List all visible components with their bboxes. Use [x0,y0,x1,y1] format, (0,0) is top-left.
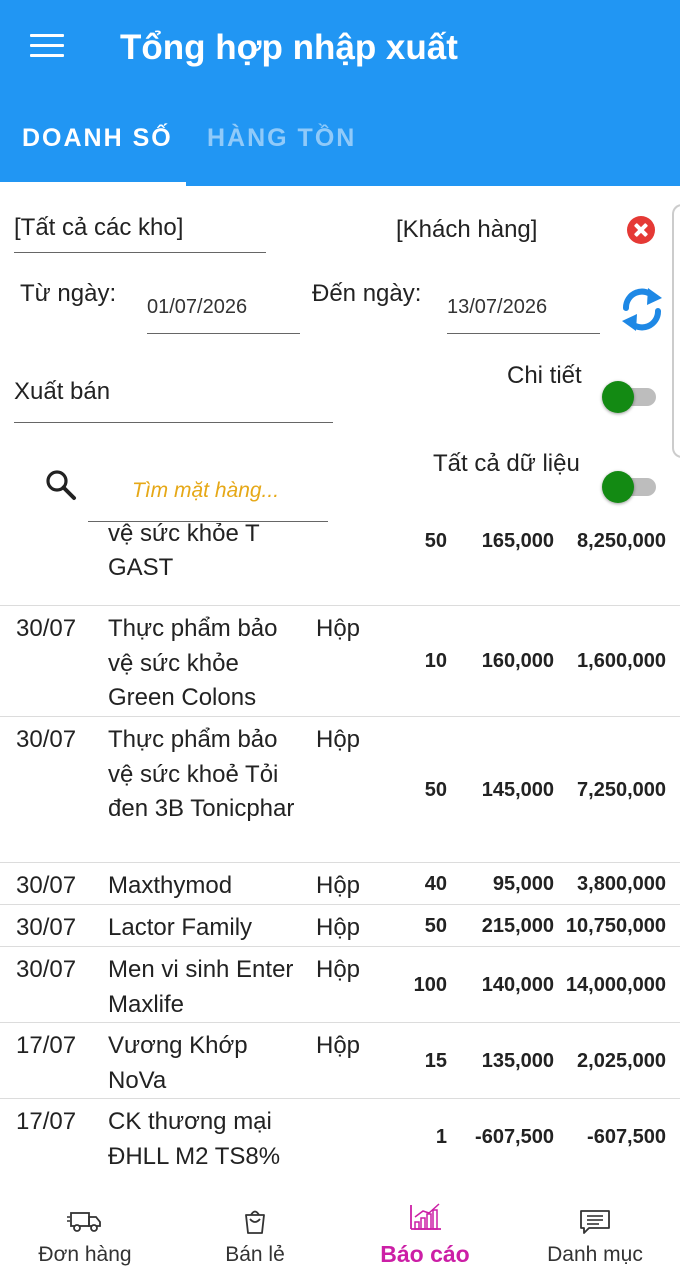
row-unit-price: 215,000 [481,914,554,937]
nav-ban-le[interactable]: Bán lẻ [170,1176,340,1280]
tab-hang-ton[interactable]: HÀNG TỒN [207,124,356,153]
row-date: 17/07 [16,1032,77,1059]
row-date: 30/07 [16,726,77,753]
row-quantity: 1 [435,1125,447,1148]
nav-label-ban-le: Bán lẻ [225,1243,285,1266]
row-quantity: 50 [424,529,447,552]
row-unit-price: 95,000 [492,872,554,895]
table-row[interactable]: 30/07 Lactor Family Hộp 50 215,000 10,750,000 [0,905,680,947]
row-quantity: 40 [424,872,447,895]
row-date: 30/07 [16,914,77,941]
row-date: 30/07 [16,872,77,899]
detail-toggle[interactable] [602,381,656,413]
table-row[interactable]: 30/07 Thực phẩm bảo vệ sức khỏe Green Col… [0,606,680,717]
to-date-field[interactable]: 13/07/2026 [447,296,600,334]
row-date: 17/07 [16,1108,77,1135]
row-product-name: Lactor Family [108,914,253,941]
row-unit: Hộp [316,726,361,753]
list-doc-icon [580,1210,610,1234]
row-unit: Hộp [316,615,361,642]
row-product-name: Thực phẩm bảo vệ sức khỏe Green Colons [108,615,278,711]
sales-table: Thực phẩm bảo vệ sức khỏe T GAST Hộp 50 165… [0,523,680,1174]
row-unit-price: -607,500 [475,1125,554,1148]
row-unit: Hộp [316,914,361,941]
row-quantity: 10 [424,650,447,672]
app-bar: Tổng hợp nhập xuất DOANH SỐ HÀNG TỒN [0,0,680,186]
row-quantity: 50 [424,778,447,801]
bottom-navigation: Đơn hàng Bán lẻ Báo cáo Danh mục [0,1176,680,1280]
row-unit: Hộp [316,1032,361,1059]
detail-toggle-label: Chi tiết [507,362,582,389]
row-product-name: CK thương mại ĐHLL M2 TS8% [108,1108,281,1170]
row-quantity: 15 [424,1049,447,1072]
table-row[interactable]: 30/07 Men vi sinh Enter Maxlife Hộp 100 140,… [0,947,680,1023]
row-total: 14,000,000 [565,973,666,996]
row-quantity: 50 [424,914,447,937]
row-total: 8,250,000 [577,529,666,552]
report-chart-icon [410,1203,441,1230]
to-date-label: Đến ngày: [312,280,422,307]
from-date-label: Từ ngày: [20,280,117,307]
clear-customer-icon[interactable] [627,216,655,244]
row-date: 30/07 [16,615,77,642]
nav-bao-cao[interactable]: Báo cáo [340,1176,510,1280]
all-data-toggle-label: Tất cả dữ liệu [433,450,580,477]
hamburger-menu-icon[interactable] [30,34,64,62]
row-unit: Hộp [316,956,361,983]
tab-doanh-so[interactable]: DOANH SỐ [22,124,173,153]
shopping-bag-icon [245,1210,265,1234]
nav-don-hang[interactable]: Đơn hàng [0,1176,170,1280]
row-total: 7,250,000 [577,778,666,801]
row-unit-price: 135,000 [481,1049,554,1072]
table-row[interactable]: 17/07 CK thương mại ĐHLL M2 TS8% 1 -607,500… [0,1099,680,1174]
row-product-name: Vương Khớp NoVa [108,1032,248,1094]
table-row[interactable]: Thực phẩm bảo vệ sức khỏe T GASTHộp50165… [0,523,680,606]
table-row[interactable]: 30/07 Thực phẩm bảo vệ sức khoẻ Tỏi đen 3… [0,717,680,863]
export-type-select[interactable]: Xuất bán [14,378,333,423]
row-total: 10,750,000 [565,914,666,937]
all-data-toggle[interactable] [602,471,656,503]
row-date: 30/07 [16,956,77,983]
delivery-truck-icon [67,1212,101,1232]
row-product-name: Thực phẩm bảo vệ sức khỏe T GAST [108,523,260,581]
row-total: 3,800,000 [577,872,666,895]
row-unit: Hộp [316,872,361,899]
page-title: Tổng hợp nhập xuất [120,28,458,67]
row-unit-price: 140,000 [481,973,554,996]
row-product-name: Men vi sinh Enter Maxlife [108,956,294,1018]
refresh-icon[interactable] [620,284,664,334]
row-unit-price: 160,000 [481,650,554,672]
search-input[interactable] [88,460,328,522]
nav-label-don-hang: Đơn hàng [38,1243,132,1266]
row-quantity: 100 [413,973,447,996]
search-icon[interactable] [44,468,78,502]
from-date-field[interactable]: 01/07/2026 [147,296,300,334]
customer-select[interactable]: [Khách hàng] [396,216,537,244]
row-total: -607,500 [587,1125,666,1148]
row-unit-price: 165,000 [481,529,554,552]
nav-label-danh-muc: Danh mục [547,1243,643,1266]
nav-label-bao-cao: Báo cáo [380,1241,470,1267]
warehouse-select[interactable]: [Tất cả các kho] [14,214,266,253]
side-drawer-edge [672,204,680,458]
active-tab-indicator [0,182,186,186]
row-product-name: Maxthymod [108,872,233,899]
nav-danh-muc[interactable]: Danh mục [510,1176,680,1280]
row-product-name: Thực phẩm bảo vệ sức khoẻ Tỏi đen 3B Ton… [108,726,295,822]
row-unit-price: 145,000 [481,778,554,801]
table-row[interactable]: 30/07 Maxthymod Hộp 40 95,000 3,800,000 [0,863,680,905]
row-total: 2,025,000 [577,1049,666,1072]
row-total: 1,600,000 [577,650,666,672]
table-row[interactable]: 17/07 Vương Khớp NoVa Hộp 15 135,000 2,025,00… [0,1023,680,1099]
